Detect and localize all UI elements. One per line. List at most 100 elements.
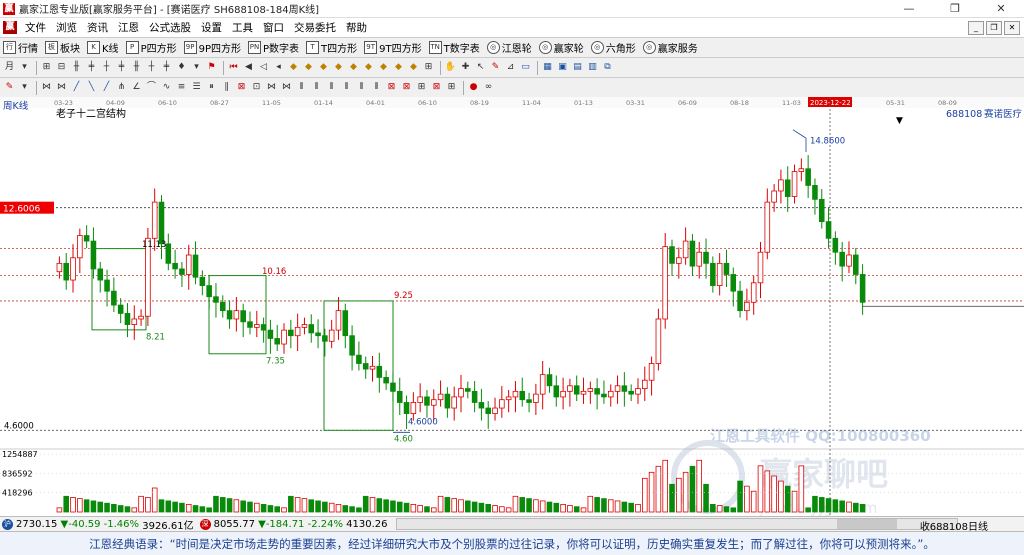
tool-icon[interactable]: ⊞: [415, 81, 428, 94]
table-icon[interactable]: ▥: [586, 61, 599, 74]
mark-icon[interactable]: ⊠: [235, 81, 248, 94]
menu-item-0[interactable]: 文件: [20, 20, 51, 35]
bars-icon-3[interactable]: ⦀: [325, 81, 338, 94]
bars-icon-5[interactable]: ⦀: [355, 81, 368, 94]
first-icon[interactable]: ⏮: [227, 61, 240, 74]
bars-icon-4[interactable]: ⦀: [340, 81, 353, 94]
cycle-icon-3[interactable]: ⋈: [265, 81, 278, 94]
flag-icon[interactable]: ⚑: [205, 61, 218, 74]
color-icon[interactable]: ●: [467, 81, 480, 94]
bar-icon-3[interactable]: ┼: [100, 61, 113, 74]
mdi-close-button[interactable]: ✕: [1004, 21, 1020, 35]
toolbar-button-10[interactable]: ◎ 赢家轮: [536, 39, 588, 56]
toolbar-button-12[interactable]: ◎ 赢家服务: [640, 39, 702, 56]
cycle-icon-4[interactable]: ⋈: [280, 81, 293, 94]
diamond-icon-2[interactable]: ◆: [302, 61, 315, 74]
dropdown-icon[interactable]: ▾: [18, 61, 31, 74]
bar-icon-7[interactable]: ╪: [160, 61, 173, 74]
menu-item-4[interactable]: 公式选股: [144, 20, 196, 35]
diamond-icon-4[interactable]: ◆: [332, 61, 345, 74]
line-icon-2[interactable]: ╲: [85, 81, 98, 94]
diamond-icon-9[interactable]: ◆: [407, 61, 420, 74]
toolbar-button-6[interactable]: T T四方形: [303, 39, 361, 56]
calendar-icon[interactable]: ▦: [541, 61, 554, 74]
red-tool-icon-3[interactable]: ⊠: [430, 81, 443, 94]
menu-item-2[interactable]: 资讯: [82, 20, 113, 35]
grid-tool-icon[interactable]: ⊞: [422, 61, 435, 74]
menu-item-8[interactable]: 交易委托: [289, 20, 341, 35]
hand-icon[interactable]: ✋: [444, 61, 457, 74]
channel-icon[interactable]: ∥: [220, 81, 233, 94]
menu-item-6[interactable]: 工具: [227, 20, 258, 35]
bar-icon[interactable]: ╫: [70, 61, 83, 74]
mdi-minimize-button[interactable]: _: [968, 21, 984, 35]
horizontal-scrollbar[interactable]: [395, 518, 958, 530]
minimize-button[interactable]: —: [886, 0, 932, 17]
red-tool-icon[interactable]: ⊠: [385, 81, 398, 94]
menu-item-7[interactable]: 窗口: [258, 20, 289, 35]
stepper-icon[interactable]: ♦: [175, 61, 188, 74]
bars-icon-2[interactable]: ⦀: [310, 81, 323, 94]
dropdown-icon-2[interactable]: ▾: [190, 61, 203, 74]
toolbar-button-1[interactable]: 板板块: [42, 39, 84, 56]
time-icon[interactable]: ⏸: [205, 81, 218, 94]
diamond-icon-8[interactable]: ◆: [392, 61, 405, 74]
diamond-icon-7[interactable]: ◆: [377, 61, 390, 74]
candlestick-chart[interactable]: 03-23 04-09 06-10 08-27 11-05 01-14 04-01 06-10…: [0, 97, 1024, 516]
box-icon[interactable]: ⊡: [250, 81, 263, 94]
menu-item-9[interactable]: 帮助: [341, 20, 372, 35]
scroll-thumb[interactable]: [836, 519, 897, 529]
menu-item-1[interactable]: 浏览: [51, 20, 82, 35]
infinity-icon[interactable]: ∞: [482, 81, 495, 94]
bars-icon[interactable]: ⦀: [295, 81, 308, 94]
period-icon[interactable]: 月: [3, 61, 16, 74]
bar-icon-6[interactable]: ┼: [145, 61, 158, 74]
toolbar-button-3[interactable]: P P四方形: [123, 39, 181, 56]
draw-icon[interactable]: ✎: [489, 61, 502, 74]
toolbar-button-7[interactable]: 9T 9T四方形: [361, 39, 425, 56]
cycle-icon[interactable]: ⋈: [40, 81, 53, 94]
rect-icon[interactable]: ▭: [519, 61, 532, 74]
dropdown-arrow-icon[interactable]: ▼: [896, 116, 903, 126]
arc-icon[interactable]: ⌒: [145, 81, 158, 94]
toolbar-button-8[interactable]: TN T数字表: [426, 39, 484, 56]
tool-icon-2[interactable]: ⊞: [445, 81, 458, 94]
angle-icon[interactable]: ∠: [130, 81, 143, 94]
maximize-button[interactable]: ❐: [932, 0, 978, 17]
prev-icon[interactable]: ◀: [242, 61, 255, 74]
chart-icon[interactable]: ▤: [571, 61, 584, 74]
link-icon[interactable]: ⧉: [601, 61, 614, 74]
line-icon-3[interactable]: ╱: [100, 81, 113, 94]
fib-icon-2[interactable]: ☰: [190, 81, 203, 94]
down-icon[interactable]: ▾: [18, 81, 31, 94]
toolbar-button-9[interactable]: ◎ 江恩轮: [484, 39, 536, 56]
cycle-icon-2[interactable]: ⋈: [55, 81, 68, 94]
toolbar-button-5[interactable]: PN P数字表: [245, 39, 303, 56]
toolbar-button-0[interactable]: 行行情: [0, 39, 42, 56]
diamond-icon-6[interactable]: ◆: [362, 61, 375, 74]
step-icon[interactable]: ◂: [272, 61, 285, 74]
red-tool-icon-2[interactable]: ⊠: [400, 81, 413, 94]
mdi-restore-button[interactable]: ❐: [986, 21, 1002, 35]
diamond-icon-3[interactable]: ◆: [317, 61, 330, 74]
grid-icon[interactable]: ⊞: [40, 61, 53, 74]
pitchfork-icon[interactable]: ⋔: [115, 81, 128, 94]
bar-icon-5[interactable]: ╫: [130, 61, 143, 74]
diamond-icon[interactable]: ◆: [287, 61, 300, 74]
bars-icon-6[interactable]: ⦀: [370, 81, 383, 94]
diamond-icon-5[interactable]: ◆: [347, 61, 360, 74]
bar-icon-2[interactable]: ╪: [85, 61, 98, 74]
pen-icon[interactable]: ✎: [3, 81, 16, 94]
back-icon[interactable]: ◁: [257, 61, 270, 74]
wave-icon[interactable]: ∿: [160, 81, 173, 94]
toolbar-button-4[interactable]: 9P 9P四方形: [181, 39, 245, 56]
menu-item-3[interactable]: 江恩: [113, 20, 144, 35]
save-icon[interactable]: ▣: [556, 61, 569, 74]
crosshair-icon[interactable]: ✚: [459, 61, 472, 74]
line-icon[interactable]: ╱: [70, 81, 83, 94]
toolbar-button-2[interactable]: K K线: [84, 39, 123, 56]
fib-icon[interactable]: ≡: [175, 81, 188, 94]
cursor-icon[interactable]: ↖: [474, 61, 487, 74]
close-button[interactable]: ✕: [978, 0, 1024, 17]
candle-icon[interactable]: ⊟: [55, 61, 68, 74]
